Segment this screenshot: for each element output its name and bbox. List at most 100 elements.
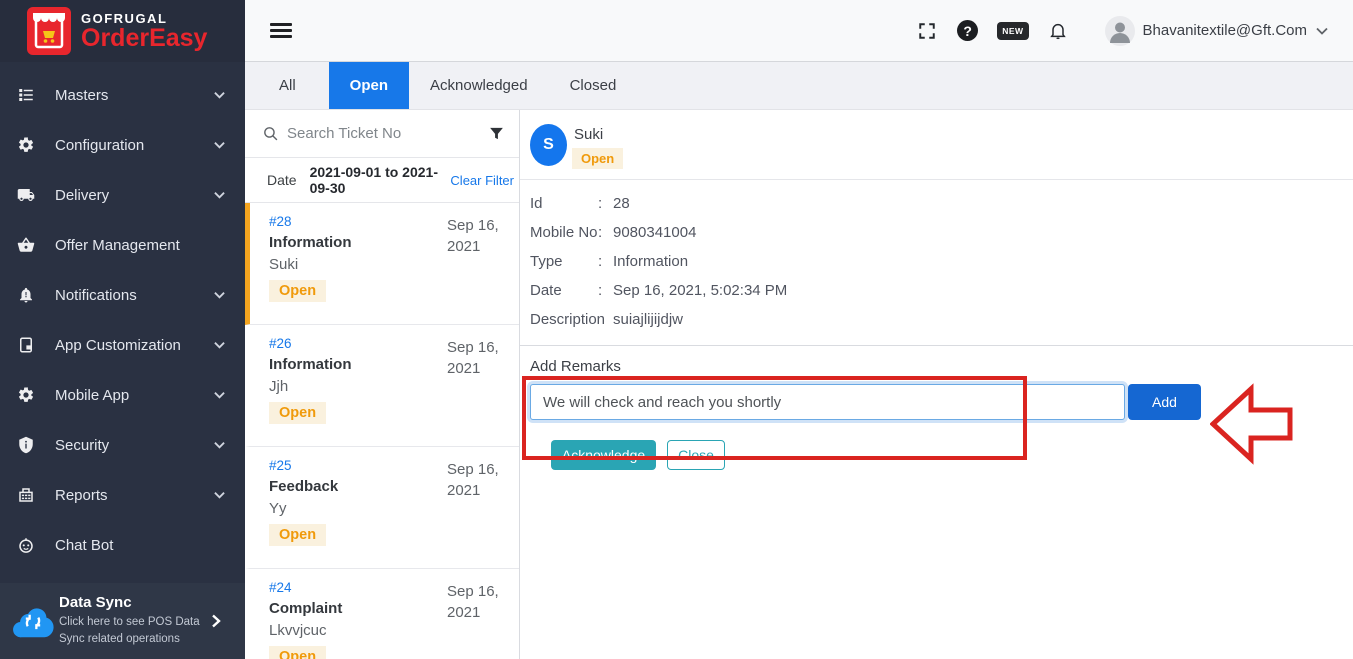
sidebar-item-reports[interactable]: Reports — [0, 470, 245, 520]
ticket-list-panel: Date 2021-09-01 to 2021-09-30 Clear Filt… — [245, 110, 520, 659]
field-row-mobile: Mobile No : 9080341004 — [530, 222, 1353, 243]
field-separator: : — [598, 251, 613, 272]
bell-icon — [17, 286, 35, 304]
chevron-down-icon — [214, 191, 225, 199]
sidebar-item-label: App Customization — [55, 337, 181, 354]
field-label: Date — [530, 280, 598, 301]
shield-icon — [17, 436, 35, 454]
hamburger-menu-icon[interactable] — [270, 19, 292, 41]
top-header: ? NEW Bhavanitextile@Gft.Com — [245, 0, 1353, 62]
field-value: Information — [613, 251, 1353, 272]
ticket-detail-panel: S Suki Open Id : 28 Mobile No : 90803410… — [520, 110, 1353, 659]
field-separator: : — [598, 222, 613, 243]
ticket-list-item[interactable]: #28 Information Suki Open Sep 16, 2021 — [245, 203, 519, 325]
field-label: Id — [530, 193, 598, 214]
add-remarks-input[interactable] — [530, 384, 1125, 420]
cloud-sync-icon — [10, 602, 56, 640]
chevron-down-icon — [214, 391, 225, 399]
chevron-down-icon — [214, 291, 225, 299]
date-filter-row: Date 2021-09-01 to 2021-09-30 Clear Filt… — [245, 158, 519, 203]
list-icon — [17, 86, 35, 104]
sidebar-nav: Masters Configuration Delivery Offer Man… — [0, 62, 245, 570]
help-icon[interactable]: ? — [957, 20, 978, 41]
ticket-fields: Id : 28 Mobile No : 9080341004 Type : In… — [520, 180, 1353, 330]
sidebar-item-configuration[interactable]: Configuration — [0, 120, 245, 170]
sidebar-item-label: Chat Bot — [55, 537, 113, 554]
status-tabs: All Open Acknowledged Closed — [245, 62, 1353, 110]
tab-open[interactable]: Open — [329, 62, 409, 109]
brand-company: GOFRUGAL — [81, 12, 207, 25]
sidebar-item-offer-management[interactable]: Offer Management — [0, 220, 245, 270]
tab-all[interactable]: All — [258, 62, 317, 109]
ticket-date: Sep 16, 2021 — [447, 459, 507, 501]
status-badge: Open — [269, 280, 326, 302]
user-email[interactable]: Bhavanitextile@Gft.Com — [1143, 22, 1307, 39]
status-badge: Open — [269, 646, 326, 659]
sidebar-item-masters[interactable]: Masters — [0, 70, 245, 120]
sidebar-item-security[interactable]: Security — [0, 420, 245, 470]
search-ticket-input[interactable] — [287, 125, 488, 142]
app-window: GOFRUGAL OrderEasy Masters Configuration… — [0, 0, 1353, 659]
basket-icon — [17, 236, 35, 254]
sidebar-item-delivery[interactable]: Delivery — [0, 170, 245, 220]
ticket-date-line1: Sep 16, — [447, 459, 507, 480]
brand-logo: GOFRUGAL OrderEasy — [0, 0, 245, 62]
chevron-down-icon — [214, 441, 225, 449]
ticket-customer: Yy — [269, 500, 505, 517]
ticket-list-item[interactable]: #25 Feedback Yy Open Sep 16, 2021 — [245, 447, 519, 569]
field-row-id: Id : 28 — [530, 193, 1353, 214]
add-remarks-label: Add Remarks — [530, 358, 1353, 379]
tab-closed[interactable]: Closed — [549, 62, 638, 109]
truck-icon — [17, 186, 35, 204]
sidebar-item-app-customization[interactable]: App Customization — [0, 320, 245, 370]
field-value: 28 — [613, 193, 1353, 214]
ticket-search-bar — [245, 110, 519, 158]
status-badge: Open — [269, 402, 326, 424]
chevron-down-icon — [214, 141, 225, 149]
customer-avatar: S — [530, 124, 567, 166]
app-customization-icon — [17, 336, 35, 354]
field-separator: : — [598, 280, 613, 301]
content-area: Date 2021-09-01 to 2021-09-30 Clear Filt… — [245, 110, 1353, 659]
search-icon — [262, 125, 279, 142]
status-badge: Open — [269, 524, 326, 546]
notifications-bell-icon[interactable] — [1029, 20, 1068, 41]
sidebar-item-label: Offer Management — [55, 237, 180, 254]
tab-acknowledged[interactable]: Acknowledged — [409, 62, 549, 109]
date-range-value: 2021-09-01 to 2021-09-30 — [310, 164, 451, 196]
chevron-right-icon — [211, 614, 221, 628]
add-button[interactable]: Add — [1128, 384, 1201, 420]
acknowledge-button[interactable]: Acknowledge — [551, 440, 656, 470]
ticket-date: Sep 16, 2021 — [447, 215, 507, 257]
field-value: 9080341004 — [613, 222, 1353, 243]
sidebar-item-label: Configuration — [55, 137, 144, 154]
ticket-list: #28 Information Suki Open Sep 16, 2021 #… — [245, 203, 519, 659]
field-label: Mobile No — [530, 222, 598, 243]
field-label: Type — [530, 251, 598, 272]
filter-funnel-icon[interactable] — [488, 125, 505, 142]
sidebar-item-label: Reports — [55, 487, 108, 504]
ticket-customer: Lkvvjcuc — [269, 622, 505, 639]
sidebar-item-mobile-app[interactable]: Mobile App — [0, 370, 245, 420]
chevron-down-icon — [214, 91, 225, 99]
header-actions: ? NEW Bhavanitextile@Gft.Com — [918, 16, 1353, 46]
ticket-date: Sep 16, 2021 — [447, 337, 507, 379]
data-sync-panel[interactable]: Data Sync Click here to see POS Data Syn… — [0, 583, 245, 659]
ticket-list-item[interactable]: #24 Complaint Lkvvjcuc Open Sep 16, 2021 — [245, 569, 519, 659]
fullscreen-icon[interactable] — [918, 22, 936, 40]
sidebar-item-chat-bot[interactable]: Chat Bot — [0, 520, 245, 570]
sidebar-item-notifications[interactable]: Notifications — [0, 270, 245, 320]
chevron-down-icon[interactable] — [1316, 27, 1328, 35]
clear-filter-link[interactable]: Clear Filter — [450, 173, 514, 188]
close-button[interactable]: Close — [667, 440, 725, 470]
field-row-description: Description suiajlijijdjw — [530, 309, 1353, 330]
ticket-list-item[interactable]: #26 Information Jjh Open Sep 16, 2021 — [245, 325, 519, 447]
new-badge[interactable]: NEW — [997, 22, 1028, 40]
sidebar-item-label: Mobile App — [55, 387, 129, 404]
user-avatar[interactable] — [1105, 16, 1135, 46]
ticket-actions: Acknowledge Close — [551, 440, 1353, 470]
chevron-down-icon — [214, 341, 225, 349]
data-sync-text: Data Sync Click here to see POS Data Syn… — [59, 594, 209, 648]
ticket-customer: Suki — [269, 256, 505, 273]
ticket-date-line1: Sep 16, — [447, 581, 507, 602]
